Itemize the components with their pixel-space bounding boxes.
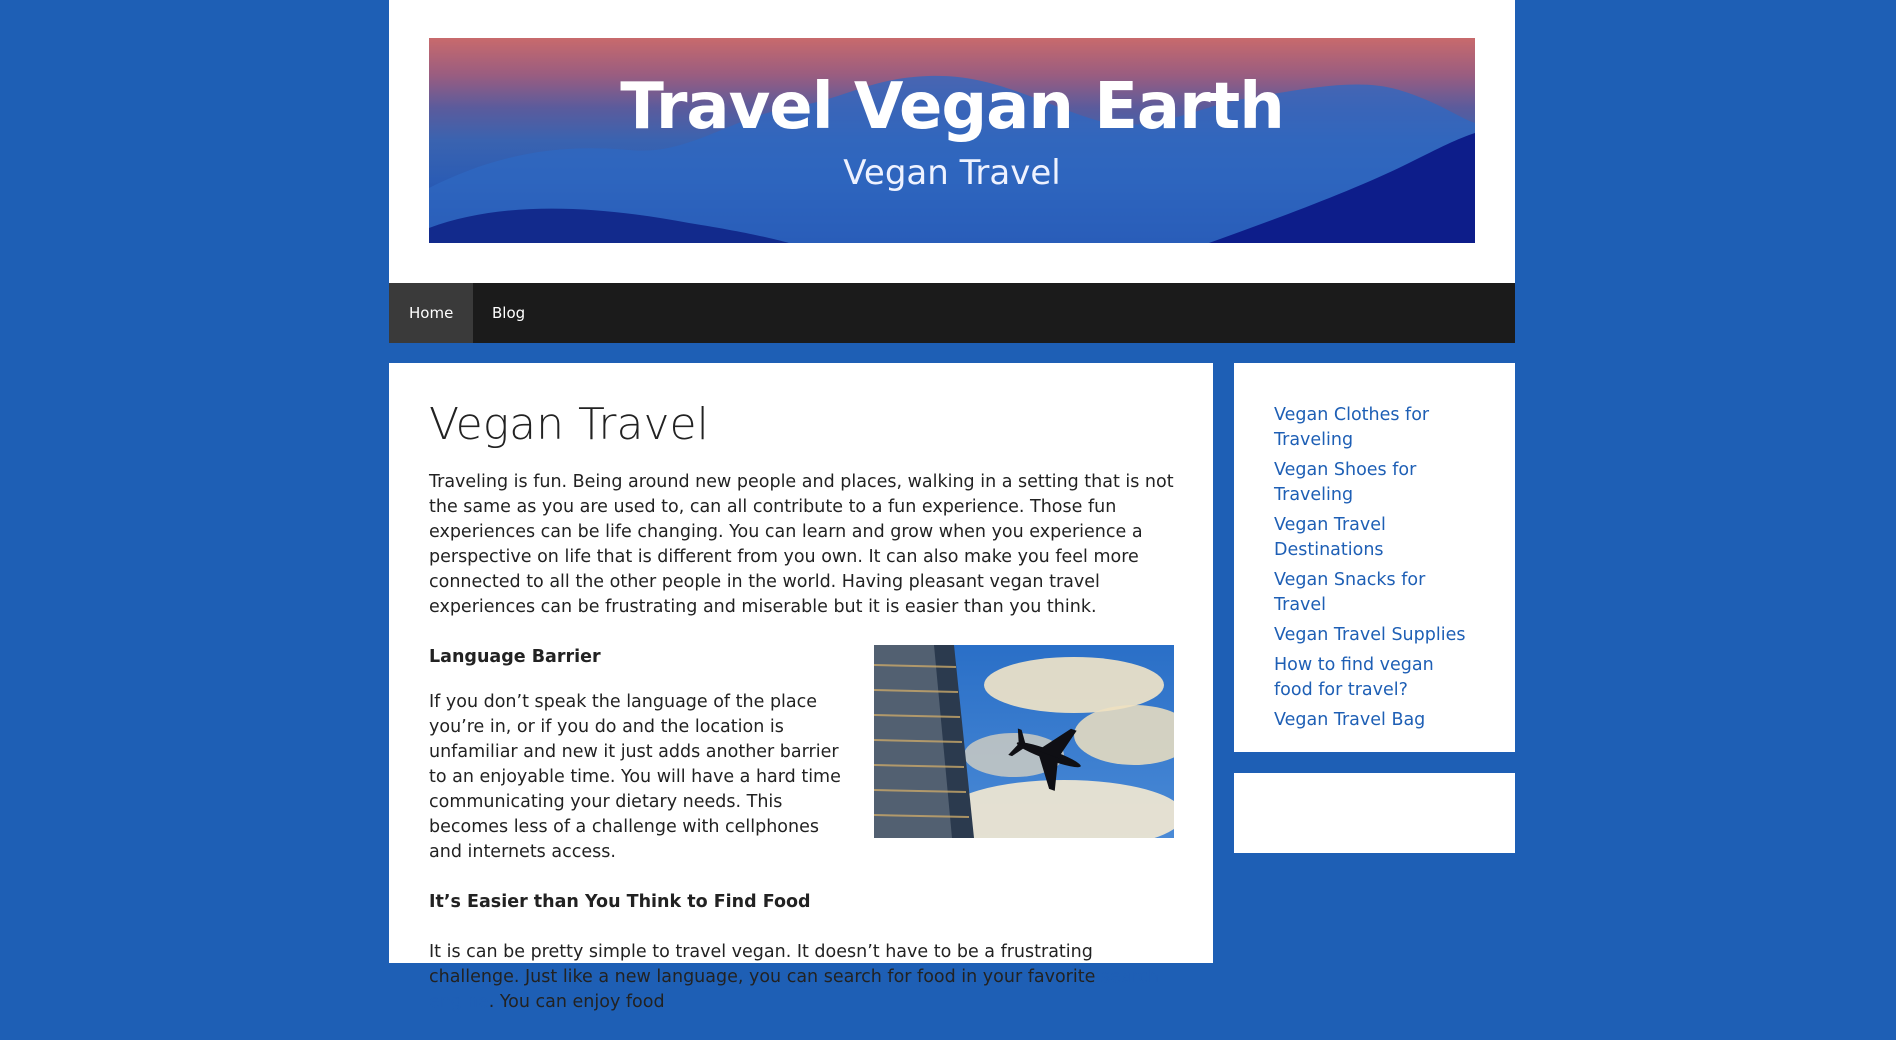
site-header: Travel Vegan Earth Vegan Travel xyxy=(389,0,1515,283)
airplane-photo xyxy=(874,645,1174,838)
intro-paragraph: Traveling is fun. Being around new peopl… xyxy=(429,472,1174,617)
easier-text-after: . You can enjoy food xyxy=(488,992,665,1012)
sidebar-link-travel-bag[interactable]: Vegan Travel Bag xyxy=(1274,710,1425,730)
sidebar-link-vegan-shoes[interactable]: Vegan Shoes for Traveling xyxy=(1274,460,1416,505)
easier-text-before: It is can be pretty simple to travel veg… xyxy=(429,942,1101,987)
sidebar-link-list: Vegan Clothes for Traveling Vegan Shoes … xyxy=(1274,403,1474,738)
main-content-panel: Vegan Travel Traveling is fun. Being aro… xyxy=(389,363,1213,1012)
nav-item-home[interactable]: Home xyxy=(389,283,474,343)
list-item: Vegan Travel Supplies xyxy=(1274,623,1474,648)
list-item: Vegan Clothes for Traveling xyxy=(1274,403,1474,453)
sidebar-widget: Vegan Clothes for Traveling Vegan Shoes … xyxy=(1234,363,1515,752)
site-title: Travel Vegan Earth xyxy=(620,70,1285,144)
sidebar-link-destinations[interactable]: Vegan Travel Destinations xyxy=(1274,515,1386,560)
sidebar-link-find-food[interactable]: How to find vegan food for travel? xyxy=(1274,655,1434,700)
list-item: Vegan Snacks for Travel xyxy=(1274,568,1474,618)
list-item: Vegan Travel Destinations xyxy=(1274,513,1474,563)
nav-item-blog[interactable]: Blog xyxy=(472,283,545,343)
header-banner[interactable]: Travel Vegan Earth Vegan Travel xyxy=(429,38,1475,243)
site-subtitle: Vegan Travel xyxy=(843,153,1061,193)
sidebar-link-vegan-clothes[interactable]: Vegan Clothes for Traveling xyxy=(1274,405,1429,450)
list-item: Vegan Shoes for Traveling xyxy=(1274,458,1474,508)
article-body: Traveling is fun. Being around new peopl… xyxy=(429,470,1174,1040)
sidebar-link-snacks[interactable]: Vegan Snacks for Travel xyxy=(1274,570,1425,615)
list-item: Vegan Travel Bag xyxy=(1274,708,1474,733)
easier-heading: It’s Easier than You Think to Find Food xyxy=(429,892,811,912)
sidebar-link-supplies[interactable]: Vegan Travel Supplies xyxy=(1274,625,1465,645)
main-navigation: Home Blog xyxy=(389,283,1515,343)
page-title: Vegan Travel xyxy=(429,399,709,450)
easier-paragraph: It is can be pretty simple to travel veg… xyxy=(429,940,1174,1015)
list-item: How to find vegan food for travel? xyxy=(1274,653,1474,703)
sidebar-widget-empty xyxy=(1234,773,1515,853)
